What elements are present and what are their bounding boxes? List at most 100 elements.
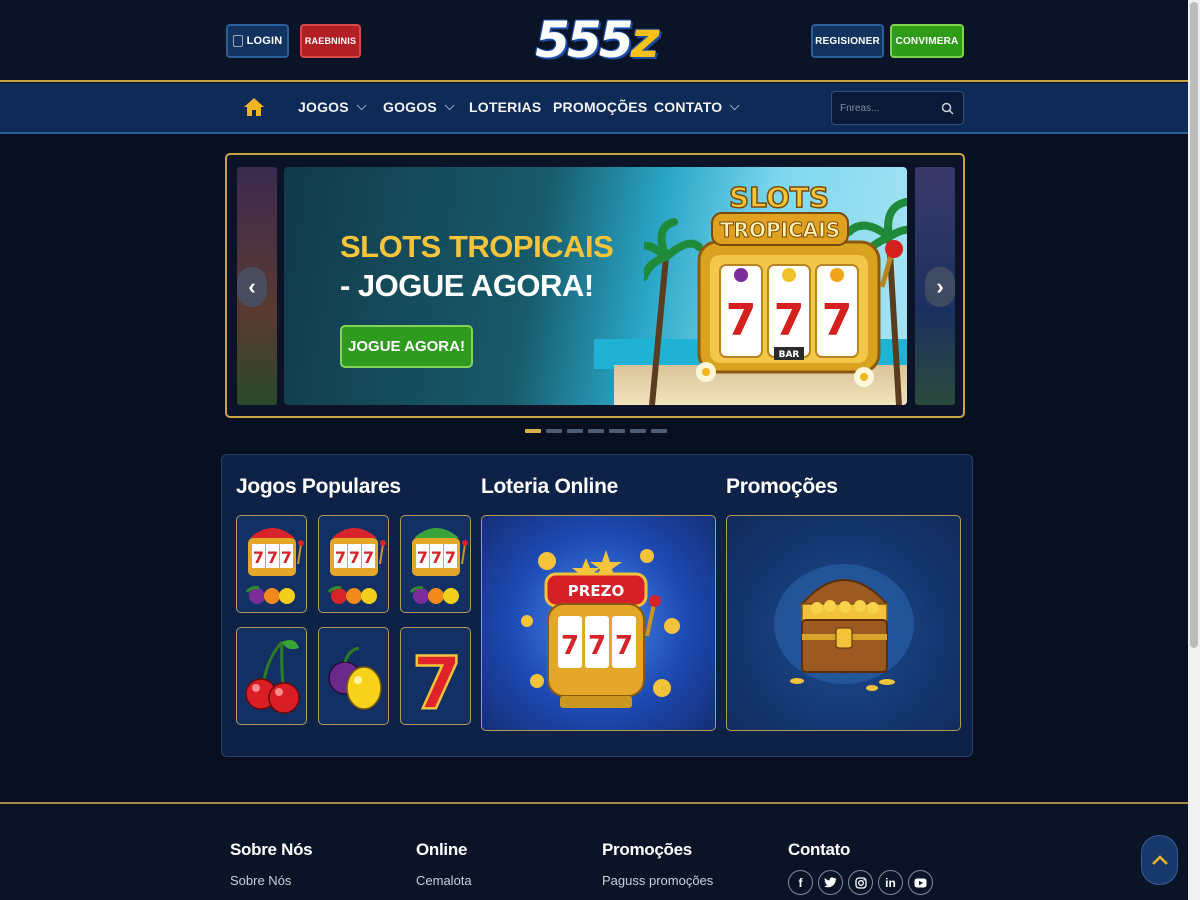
- svg-text:7: 7: [822, 295, 853, 346]
- svg-text:7: 7: [615, 631, 633, 661]
- slot-machine-icon: 7 7 7: [409, 528, 468, 604]
- chevron-up-icon: [1151, 855, 1168, 865]
- footer-link[interactable]: Paguss promoções: [602, 873, 713, 888]
- red-header-button[interactable]: RAEBNINIS: [300, 24, 361, 58]
- back-to-top-button[interactable]: [1141, 835, 1178, 885]
- cta-label: JOGUE AGORA!: [348, 338, 465, 355]
- main-nav: JOGOS GOGOS LOTERIAS PROMOÇÕES CONTATO: [0, 83, 1188, 134]
- svg-text:TROPICAIS: TROPICAIS: [720, 218, 840, 242]
- svg-text:7: 7: [412, 641, 462, 725]
- carousel-dot[interactable]: [567, 429, 583, 433]
- slot-machine-icon: 7 7 7: [327, 528, 386, 604]
- svg-text:PREZO: PREZO: [568, 582, 624, 600]
- svg-text:7: 7: [588, 631, 606, 661]
- cherries-icon: [245, 640, 300, 714]
- svg-text:7: 7: [431, 548, 442, 567]
- plum-lemon-icon: [328, 646, 382, 710]
- footer-col-about: Sobre Nós Sobre Nós: [230, 840, 313, 888]
- nav-label: JOGOS: [298, 99, 349, 115]
- search-icon[interactable]: [941, 102, 954, 115]
- search-box: [831, 91, 964, 125]
- nav-item-promocoes[interactable]: PROMOÇÕES: [553, 99, 647, 115]
- green-button-label: CONVIMERA: [895, 35, 959, 47]
- lottery-slot-machine-image: PREZO 7 7 7: [521, 549, 680, 708]
- twitter-icon[interactable]: [818, 870, 843, 895]
- footer-link[interactable]: Sobre Nós: [230, 873, 312, 888]
- svg-text:7: 7: [774, 295, 805, 346]
- tropical-slot-machine-image: 7 7 7 BAR SLOTS TROPICAIS: [644, 180, 907, 405]
- carousel-dot[interactable]: [525, 429, 541, 433]
- carousel-dot[interactable]: [630, 429, 646, 433]
- login-label: LOGIN: [246, 35, 283, 47]
- nav-item-loterias[interactable]: LOTERIAS: [469, 99, 541, 115]
- hero-carousel: SLOTS TROPICAIS - JOGUE AGORA! JOGUE AGO…: [225, 153, 965, 418]
- svg-text:BAR: BAR: [779, 350, 800, 360]
- hero-slide: SLOTS TROPICAIS - JOGUE AGORA! JOGUE AGO…: [284, 167, 907, 405]
- svg-text:7: 7: [445, 548, 456, 567]
- svg-text:7: 7: [335, 548, 346, 567]
- nav-item-contato[interactable]: CONTATO: [654, 99, 740, 115]
- scrollbar-thumb[interactable]: [1190, 2, 1198, 648]
- carousel-dot[interactable]: [609, 429, 625, 433]
- carousel-dot[interactable]: [546, 429, 562, 433]
- nav-item-jogos[interactable]: JOGOS: [298, 99, 367, 115]
- slide-title-line1: SLOTS TROPICAIS: [340, 229, 614, 264]
- search-input[interactable]: [840, 100, 938, 117]
- login-icon: [232, 35, 243, 47]
- nav-item-gogos[interactable]: GOGOS: [383, 99, 455, 115]
- logo-number: 555: [535, 11, 633, 69]
- youtube-icon[interactable]: [908, 870, 933, 895]
- footer-heading: Online: [416, 840, 468, 859]
- page-scrollbar[interactable]: [1188, 0, 1200, 900]
- chevron-down-icon: [356, 99, 367, 110]
- login-button[interactable]: LOGIN: [226, 24, 289, 58]
- footer-col-promotions: Promoções Paguss promoções: [602, 840, 713, 888]
- svg-text:7: 7: [726, 295, 757, 346]
- content-panel: Jogos Populares Loteria Online Promoções…: [221, 454, 973, 757]
- game-tile-slot-3[interactable]: 7 7 7: [400, 515, 471, 613]
- svg-text:7: 7: [349, 548, 360, 567]
- instagram-icon[interactable]: [848, 870, 873, 895]
- facebook-icon[interactable]: f: [788, 870, 813, 895]
- promotions-card[interactable]: [726, 515, 961, 731]
- home-icon[interactable]: [243, 96, 265, 118]
- svg-text:7: 7: [253, 548, 264, 567]
- game-tile-slot-1[interactable]: 7 7 7: [236, 515, 307, 613]
- carousel-next-button[interactable]: ›: [925, 267, 955, 307]
- nav-label: PROMOÇÕES: [553, 99, 648, 115]
- popular-games-heading: Jogos Populares: [236, 475, 401, 498]
- register-button[interactable]: REGISIONER: [811, 24, 884, 58]
- online-lottery-heading: Loteria Online: [481, 475, 618, 498]
- chevron-down-icon: [444, 99, 455, 110]
- carousel-dot[interactable]: [588, 429, 604, 433]
- top-header: LOGIN RAEBNINIS 555 z REGISIONER CONVIMER…: [0, 0, 1188, 82]
- slide-title: SLOTS TROPICAIS - JOGUE AGORA!: [340, 227, 614, 305]
- game-tile-seven[interactable]: 7: [400, 627, 471, 725]
- svg-text:7: 7: [417, 548, 428, 567]
- red-button-label: RAEBNINIS: [304, 36, 357, 46]
- svg-text:7: 7: [561, 631, 579, 661]
- green-header-button[interactable]: CONVIMERA: [890, 24, 964, 58]
- nav-label: GOGOS: [383, 99, 437, 115]
- slide-title-line2: - JOGUE AGORA!: [340, 268, 594, 303]
- game-tile-slot-2[interactable]: 7 7 7: [318, 515, 389, 613]
- svg-text:7: 7: [281, 548, 292, 567]
- game-tile-cherries[interactable]: [236, 627, 307, 725]
- play-now-button[interactable]: JOGUE AGORA!: [340, 325, 473, 368]
- game-tile-plum-lemon[interactable]: [318, 627, 389, 725]
- slot-machine-icon: 7 7 7: [245, 528, 304, 604]
- chevron-down-icon: [729, 99, 740, 110]
- social-links: f in: [788, 870, 933, 895]
- footer-link[interactable]: Cemalota: [416, 873, 472, 888]
- footer-col-online: Online Cemalota: [416, 840, 472, 888]
- svg-text:7: 7: [267, 548, 278, 567]
- footer-heading: Promoções: [602, 840, 692, 859]
- linkedin-icon[interactable]: in: [878, 870, 903, 895]
- footer-col-contact: Contato f in: [788, 840, 933, 895]
- carousel-pagination: [525, 429, 667, 433]
- carousel-dot[interactable]: [651, 429, 667, 433]
- register-label: REGISIONER: [815, 35, 880, 47]
- lottery-card[interactable]: PREZO 7 7 7: [481, 515, 716, 731]
- carousel-prev-button[interactable]: ‹: [237, 267, 267, 307]
- site-logo[interactable]: 555 z: [527, 10, 665, 70]
